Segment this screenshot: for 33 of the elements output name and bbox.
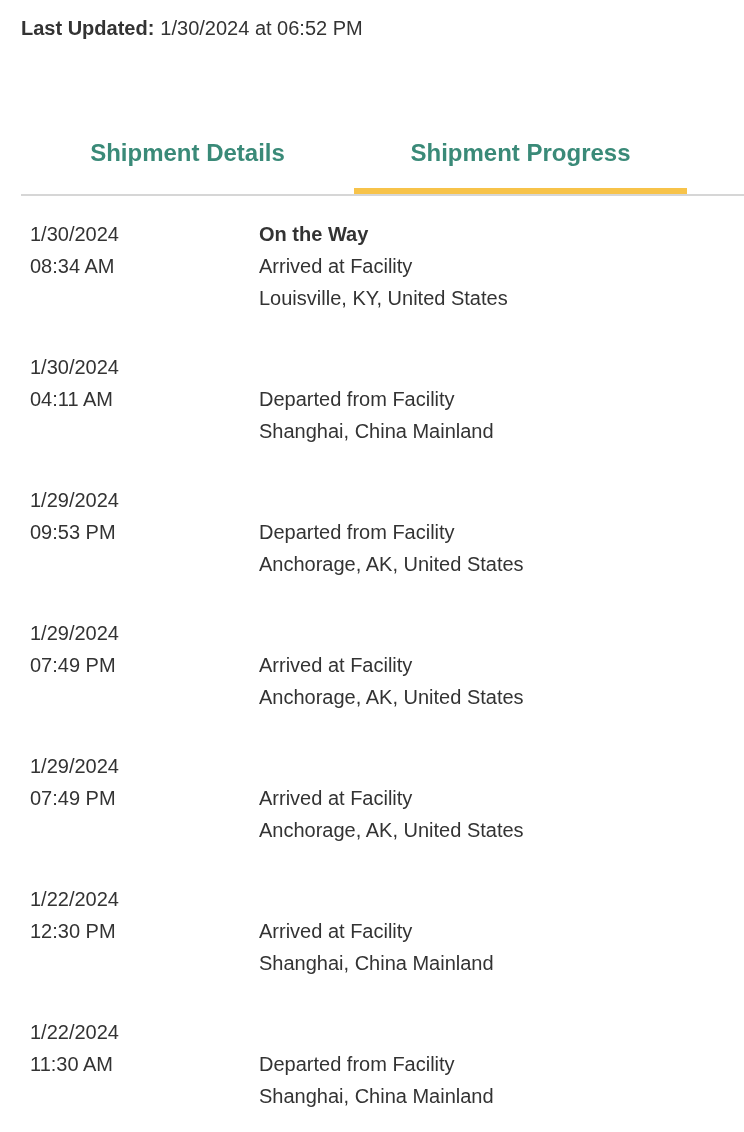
event-status: On the Way [259,222,370,247]
event-time: 07:49 PM [30,653,117,678]
event-location: Shanghai, China Mainland [259,951,494,976]
event-activity: Departed from Facility [259,1052,456,1077]
event-time: 12:30 PM [30,919,117,944]
event-date: 1/30/2024 [30,222,120,247]
tab[interactable]: Shipment Progress [354,128,687,194]
event-location: Anchorage, AK, United States [259,818,524,843]
event-time: 11:30 AM [30,1052,115,1077]
event-date: 1/30/2024 [30,355,120,380]
event-location: Shanghai, China Mainland [259,419,494,444]
event-activity: Arrived at Facility [259,786,414,811]
event-activity: Arrived at Facility [259,919,414,944]
event-activity: Departed from Facility [259,387,456,412]
tab[interactable]: Shipment Details [21,128,354,194]
event-time: 08:34 AM [30,254,116,279]
event-date: 1/22/2024 [30,1020,120,1045]
event-time: 09:53 PM [30,520,117,545]
event-time: 07:49 PM [30,786,117,811]
event-location: Anchorage, AK, United States [259,685,524,710]
event-date: 1/22/2024 [30,887,120,912]
event-location: Shanghai, China Mainland [259,1084,494,1109]
event-date: 1/29/2024 [30,754,120,779]
last-updated-value: 1/30/2024 at 06:52 PM [160,16,363,41]
event-date: 1/29/2024 [30,621,120,646]
last-updated-label: Last Updated: [21,16,155,41]
event-activity: Arrived at Facility [259,653,414,678]
event-activity: Arrived at Facility [259,254,414,279]
event-activity: Departed from Facility [259,520,456,545]
event-location: Anchorage, AK, United States [259,552,524,577]
event-location: Louisville, KY, United States [259,286,508,311]
event-time: 04:11 AM [30,387,115,412]
event-date: 1/29/2024 [30,488,120,513]
